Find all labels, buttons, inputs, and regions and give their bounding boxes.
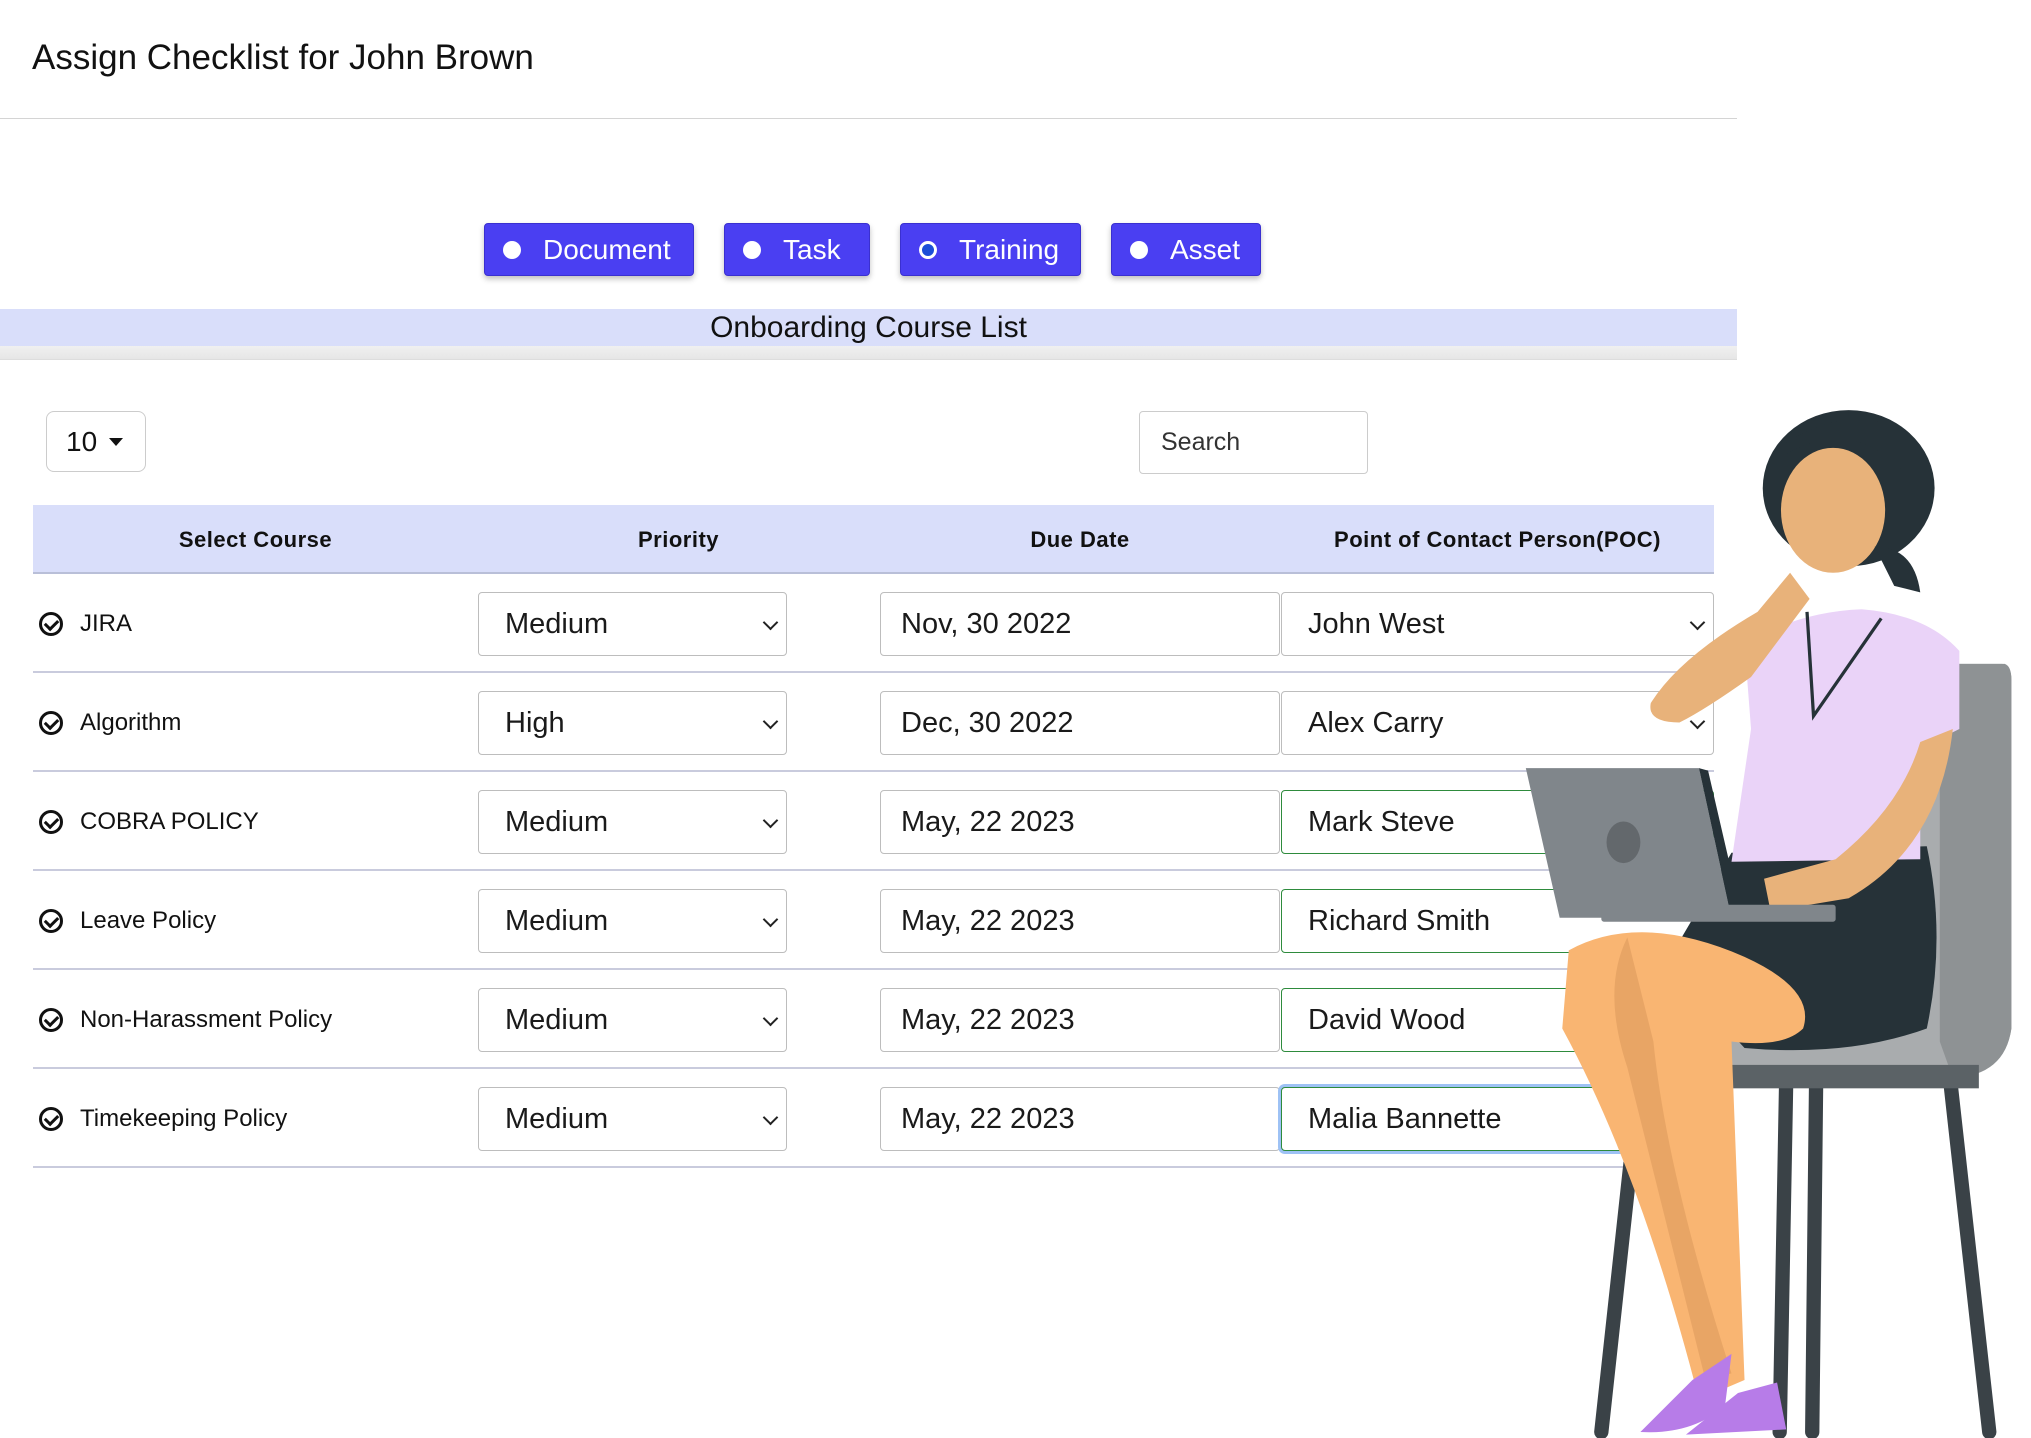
priority-value: Medium xyxy=(505,904,609,937)
chevron-down-icon xyxy=(1689,614,1706,631)
priority-value: Medium xyxy=(505,805,609,838)
priority-select[interactable]: Medium xyxy=(478,1087,787,1151)
section-title: Onboarding Course List xyxy=(0,309,1737,346)
priority-value: High xyxy=(505,706,565,739)
poc-value: John West xyxy=(1308,607,1445,640)
type-document-button[interactable]: Document xyxy=(484,223,694,276)
priority-value: Medium xyxy=(505,607,609,640)
type-label: Document xyxy=(543,233,671,265)
column-header-course: Select Course xyxy=(178,527,333,552)
course-name: JIRA xyxy=(80,609,133,637)
due-date-input[interactable]: Nov, 30 2022 xyxy=(880,592,1280,656)
caret-down-icon xyxy=(109,437,124,446)
column-header-due-date: Due Date xyxy=(1030,527,1130,552)
search-input[interactable] xyxy=(1139,411,1368,474)
due-date-value: Nov, 30 2022 xyxy=(901,607,1072,640)
course-select-toggle[interactable]: Algorithm xyxy=(39,673,181,772)
due-date-input[interactable]: May, 22 2023 xyxy=(880,1087,1280,1151)
table-row: Algorithm High Dec, 30 2022 Alex Carry xyxy=(33,673,1714,772)
priority-select[interactable]: High xyxy=(478,691,787,755)
chevron-down-icon xyxy=(762,812,779,829)
radio-icon xyxy=(1130,240,1148,259)
radio-selected-icon xyxy=(919,240,937,259)
type-asset-button[interactable]: Asset xyxy=(1111,223,1261,276)
poc-value: Alex Carry xyxy=(1308,706,1444,739)
table-header: Select Course Priority Due Date Point of… xyxy=(33,505,1714,574)
table-row: Timekeeping Policy Medium May, 22 2023 M… xyxy=(33,1069,1714,1168)
chevron-down-icon xyxy=(762,1109,779,1126)
course-select-toggle[interactable]: JIRA xyxy=(39,574,132,673)
checklist-type-group: Document Task Training Asset xyxy=(0,223,1737,276)
due-date-value: May, 22 2023 xyxy=(901,805,1075,838)
table-row: Leave Policy Medium May, 22 2023 Richard… xyxy=(33,871,1714,970)
type-training-button[interactable]: Training xyxy=(900,223,1081,276)
poc-select[interactable]: Mark Steve xyxy=(1281,790,1714,854)
poc-select[interactable]: Malia Bannette xyxy=(1281,1087,1714,1151)
course-select-toggle[interactable]: COBRA POLICY xyxy=(39,772,259,871)
header-divider xyxy=(0,118,1737,119)
due-date-input[interactable]: May, 22 2023 xyxy=(880,988,1280,1052)
due-date-value: May, 22 2023 xyxy=(901,1102,1075,1135)
course-select-toggle[interactable]: Timekeeping Policy xyxy=(39,1069,287,1168)
type-task-button[interactable]: Task xyxy=(724,223,870,276)
priority-select[interactable]: Medium xyxy=(478,790,787,854)
check-circle-icon xyxy=(39,908,63,933)
course-name: Timekeeping Policy xyxy=(80,1104,288,1132)
poc-value: Richard Smith xyxy=(1308,904,1491,937)
table-row: Non-Harassment Policy Medium May, 22 202… xyxy=(33,970,1714,1069)
course-name: Leave Policy xyxy=(80,906,217,934)
check-circle-icon xyxy=(39,710,63,735)
radio-icon xyxy=(503,240,521,259)
chevron-down-icon xyxy=(762,713,779,730)
check-circle-icon xyxy=(39,611,63,636)
type-label: Task xyxy=(783,233,841,265)
priority-value: Medium xyxy=(505,1102,609,1135)
priority-select[interactable]: Medium xyxy=(478,592,787,656)
priority-value: Medium xyxy=(505,1003,609,1036)
check-circle-icon xyxy=(39,809,63,834)
due-date-value: May, 22 2023 xyxy=(901,1003,1075,1036)
poc-select[interactable]: David Wood xyxy=(1281,988,1714,1052)
course-select-toggle[interactable]: Non-Harassment Policy xyxy=(39,970,332,1069)
section-divider xyxy=(0,346,1737,360)
due-date-input[interactable]: Dec, 30 2022 xyxy=(880,691,1280,755)
poc-select[interactable]: Richard Smith xyxy=(1281,889,1714,953)
page-size-value: 10 xyxy=(66,425,98,457)
priority-select[interactable]: Medium xyxy=(478,889,787,953)
course-name: COBRA POLICY xyxy=(80,807,259,835)
due-date-input[interactable]: May, 22 2023 xyxy=(880,790,1280,854)
check-circle-icon xyxy=(39,1007,63,1032)
column-header-poc: Point of Contact Person(POC) xyxy=(1334,527,1661,552)
course-select-toggle[interactable]: Leave Policy xyxy=(39,871,216,970)
poc-value: David Wood xyxy=(1308,1003,1466,1036)
course-name: Non-Harassment Policy xyxy=(80,1005,333,1033)
page-title: Assign Checklist for John Brown xyxy=(32,38,534,77)
course-name: Algorithm xyxy=(80,708,182,736)
due-date-value: Dec, 30 2022 xyxy=(901,706,1074,739)
table-row: COBRA POLICY Medium May, 22 2023 Mark St… xyxy=(33,772,1714,871)
poc-value: Mark Steve xyxy=(1308,805,1455,838)
check-circle-icon xyxy=(39,1106,63,1131)
due-date-input[interactable]: May, 22 2023 xyxy=(880,889,1280,953)
page-size-select[interactable]: 10 xyxy=(46,411,146,472)
due-date-value: May, 22 2023 xyxy=(901,904,1075,937)
chevron-down-icon xyxy=(762,911,779,928)
priority-select[interactable]: Medium xyxy=(478,988,787,1052)
radio-icon xyxy=(743,240,761,259)
column-header-priority: Priority xyxy=(637,527,720,552)
type-label: Training xyxy=(959,233,1060,265)
type-label: Asset xyxy=(1170,233,1241,265)
poc-select[interactable]: Alex Carry xyxy=(1281,691,1714,755)
poc-value: Malia Bannette xyxy=(1308,1102,1502,1135)
chevron-down-icon xyxy=(762,1010,779,1027)
poc-select[interactable]: John West xyxy=(1281,592,1714,656)
table-row: JIRA Medium Nov, 30 2022 John West xyxy=(33,574,1714,673)
chevron-down-icon xyxy=(1689,713,1706,730)
chevron-down-icon xyxy=(762,614,779,631)
